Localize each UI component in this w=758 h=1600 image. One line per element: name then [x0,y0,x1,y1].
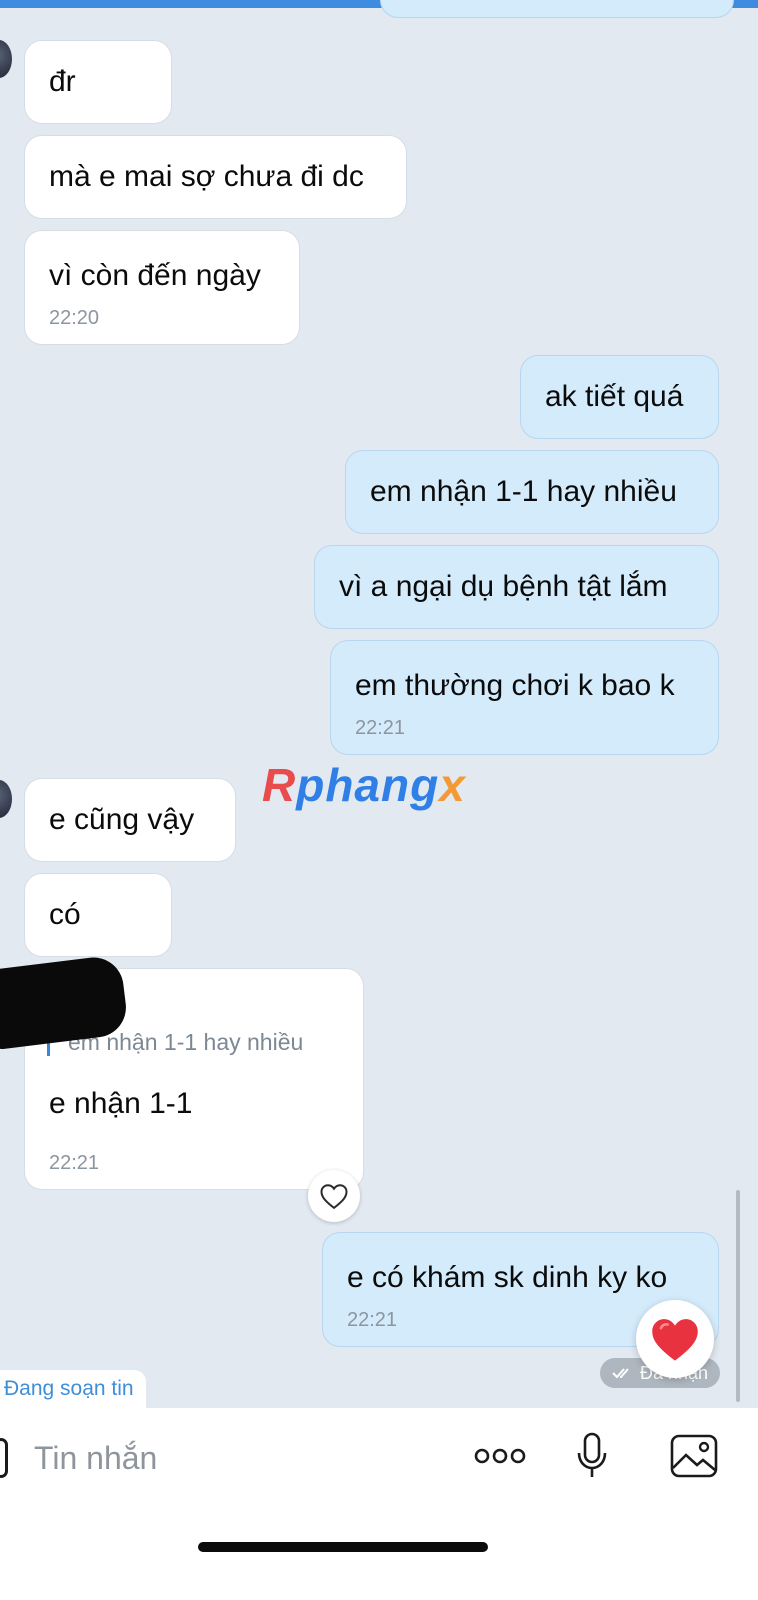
message-text: ak tiết quá [545,380,684,413]
image-button[interactable] [664,1428,724,1484]
message-composer [0,1408,758,1600]
message-bubble-outgoing[interactable]: em thường chơi k bao k 22:21 [330,640,719,755]
typing-indicator: Đang soạn tin [0,1370,146,1408]
heart-reaction[interactable] [636,1300,714,1378]
message-bubble-incoming[interactable]: đr [24,40,172,124]
message-text: e cũng vậy [49,803,195,836]
message-bubble-incoming[interactable]: mà e mai sợ chưa đi dc [24,135,407,219]
message-text: đr [49,65,76,98]
message-text: e có khám sk dinh ky ko [347,1261,668,1294]
message-text: em thường chơi k bao k [355,669,675,702]
message-text: mà e mai sợ chưa đi dc [49,160,364,193]
home-indicator[interactable] [198,1542,488,1552]
message-text: vì còn đến ngày [49,259,261,292]
more-button[interactable] [470,1428,530,1484]
message-time: 22:20 [49,307,100,329]
heart-outline-icon [320,1184,348,1210]
react-button[interactable] [308,1170,360,1222]
sender-avatar[interactable] [0,40,12,78]
message-text: e nhận 1-1 [49,1087,193,1120]
message-text: vì a ngại dụ bệnh tật lắm [339,570,668,603]
microphone-icon [577,1432,607,1477]
message-time: 22:21 [49,1152,100,1174]
previous-message-bubble[interactable] [380,0,734,18]
message-input[interactable] [32,1432,456,1484]
message-bubble-incoming[interactable]: có [24,873,172,957]
image-icon [670,1434,718,1478]
message-time: 22:21 [347,1309,398,1331]
double-check-icon [612,1368,629,1379]
message-bubble-incoming[interactable]: vì còn đến ngày 22:20 [24,230,300,345]
message-bubble-outgoing[interactable]: ak tiết quá [520,355,719,439]
message-bubble-outgoing[interactable]: em nhận 1-1 hay nhiều [345,450,719,534]
message-text: có [49,898,81,931]
voice-button[interactable] [562,1428,622,1484]
message-bubble-outgoing[interactable]: vì a ngại dụ bệnh tật lắm [314,545,719,629]
more-dots-icon [474,1448,526,1464]
message-bubble-incoming[interactable]: e cũng vậy [24,778,236,862]
message-text: em nhận 1-1 hay nhiều [370,475,677,508]
sticker-icon[interactable] [0,1438,8,1478]
message-time: 22:21 [355,717,406,739]
scrollbar[interactable] [736,1190,740,1402]
watermark-logo: Rphangx [262,759,466,811]
sender-avatar[interactable] [0,780,12,818]
heart-icon [652,1319,698,1361]
